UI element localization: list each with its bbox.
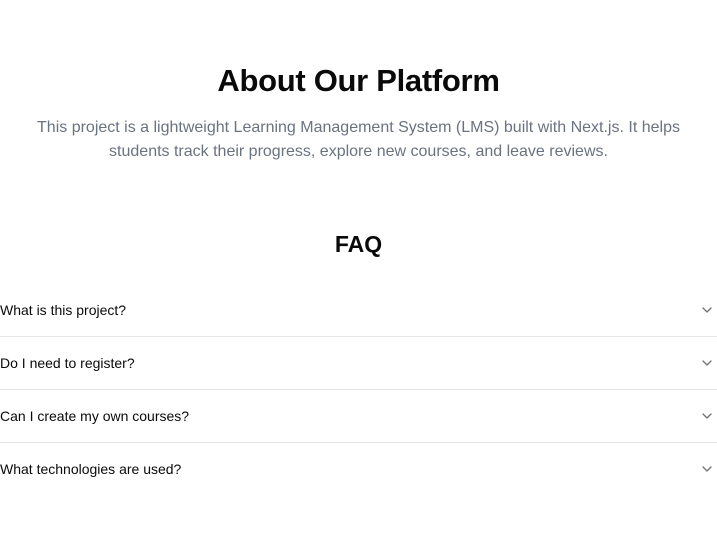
faq-item-trigger[interactable]: Do I need to register? — [0, 337, 717, 389]
faq-question: Can I create my own courses? — [0, 408, 190, 424]
faq-accordion: What is this project? Do I need to regis… — [0, 284, 717, 495]
faq-item-trigger[interactable]: Can I create my own courses? — [0, 390, 717, 442]
about-page: About Our Platform This project is a lig… — [0, 0, 717, 559]
chevron-down-icon — [699, 408, 715, 424]
chevron-down-icon — [699, 302, 715, 318]
faq-item: What technologies are used? — [0, 443, 717, 495]
faq-title: FAQ — [334, 231, 383, 257]
faq-item-trigger[interactable]: What technologies are used? — [0, 443, 717, 495]
chevron-down-icon — [699, 355, 715, 371]
faq-item-trigger[interactable]: What is this project? — [0, 284, 717, 336]
faq-question: Do I need to register? — [0, 355, 135, 371]
faq-question: What is this project? — [0, 302, 127, 318]
chevron-down-icon — [699, 461, 715, 477]
faq-item: What is this project? — [0, 284, 717, 337]
page-title: About Our Platform — [217, 63, 500, 98]
faq-item: Can I create my own courses? — [0, 390, 717, 443]
faq-question: What technologies are used? — [0, 461, 182, 477]
faq-item: Do I need to register? — [0, 337, 717, 390]
about-description: This project is a lightweight Learning M… — [37, 119, 680, 160]
